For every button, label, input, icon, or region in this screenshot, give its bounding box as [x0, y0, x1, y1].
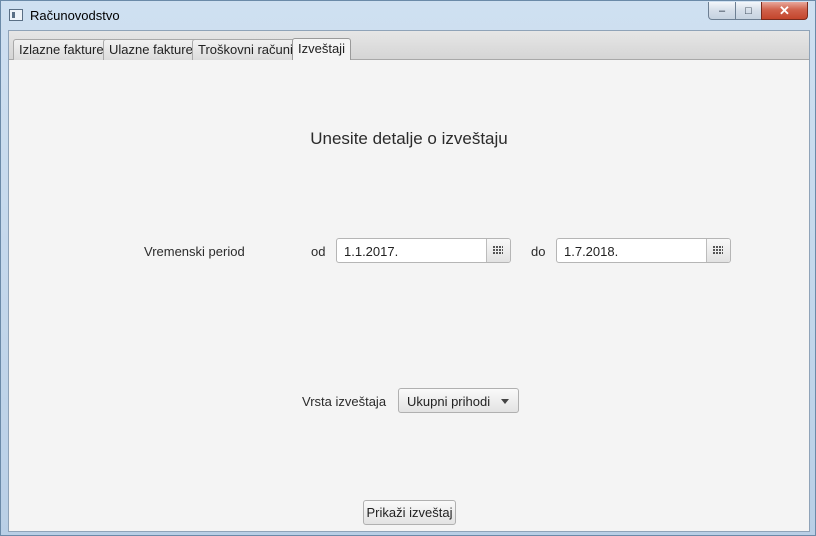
maximize-button[interactable]: □: [735, 2, 762, 20]
main-content: Izlazne fakture Ulazne fakture Troškovni…: [8, 30, 810, 532]
show-report-button[interactable]: Prikaži izveštaj: [363, 500, 456, 525]
page-title: Unesite detalje o izveštaju: [310, 129, 508, 148]
chevron-down-icon: [501, 399, 509, 404]
tab-bar: Izlazne fakture Ulazne fakture Troškovni…: [9, 31, 809, 60]
close-icon: ✕: [779, 2, 790, 18]
to-date-calendar-button[interactable]: [706, 239, 730, 262]
title-bar[interactable]: Računovodstvo ‒ □ ✕: [1, 1, 815, 29]
maximize-icon: □: [745, 4, 752, 17]
minimize-icon: ‒: [718, 4, 726, 17]
report-type-label: Vrsta izveštaja: [302, 394, 387, 409]
window-title: Računovodstvo: [30, 8, 120, 23]
period-label: Vremenski period: [144, 244, 245, 259]
from-label: od: [311, 244, 326, 259]
from-date-value[interactable]: 1.1.2017.: [344, 244, 398, 259]
app-icon: [9, 9, 23, 21]
to-date-picker[interactable]: 1.7.2018.: [556, 238, 731, 263]
tab-izvestaji[interactable]: Izveštaji: [292, 38, 351, 60]
calendar-icon: [493, 246, 503, 255]
tab-izlazne-fakture[interactable]: Izlazne fakture: [13, 39, 110, 60]
report-type-value: Ukupni prihodi: [407, 394, 491, 409]
report-type-select[interactable]: Ukupni prihodi: [398, 388, 519, 413]
app-window: Računovodstvo ‒ □ ✕ Izlazne fakture Ulaz…: [0, 0, 816, 536]
from-date-picker[interactable]: 1.1.2017.: [336, 238, 511, 263]
to-date-value[interactable]: 1.7.2018.: [564, 244, 618, 259]
minimize-button[interactable]: ‒: [708, 2, 736, 20]
reports-panel: Unesite detalje o izveštaju Vremenski pe…: [9, 60, 809, 531]
to-label: do: [531, 244, 546, 259]
tab-troskovni-racuni[interactable]: Troškovni računi: [192, 39, 299, 60]
from-date-calendar-button[interactable]: [486, 239, 510, 262]
close-button[interactable]: ✕: [761, 2, 808, 20]
tab-ulazne-fakture[interactable]: Ulazne fakture: [103, 39, 199, 60]
calendar-icon: [713, 246, 723, 255]
